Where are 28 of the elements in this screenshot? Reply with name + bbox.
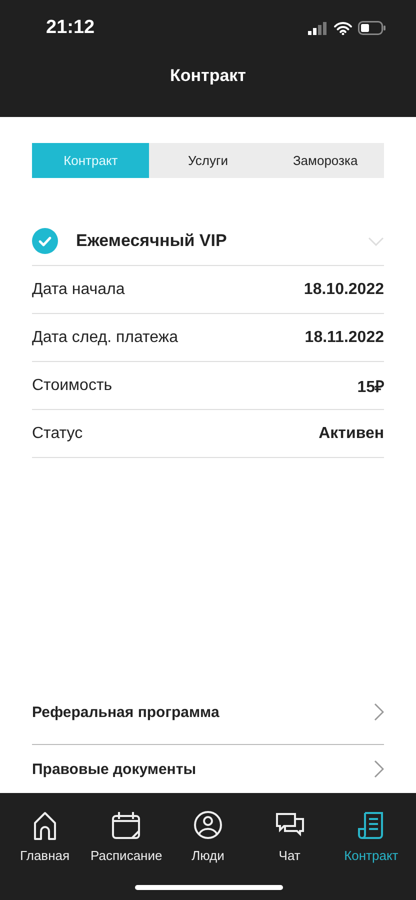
detail-value: 18.10.2022 <box>304 280 384 298</box>
screen-title: Контракт <box>168 65 248 86</box>
signal-icon <box>308 22 328 34</box>
menu-link[interactable]: Реферальная программа <box>32 704 220 720</box>
detail-label: Дата начала <box>32 280 125 298</box>
detail-value: 15₽ <box>357 378 384 396</box>
nav-tab[interactable]: Расписание <box>86 809 168 863</box>
chevron-icon[interactable] <box>368 236 384 246</box>
nav-tab[interactable]: Люди <box>167 809 249 863</box>
menu-link[interactable]: Правовые документы <box>32 760 196 778</box>
detail-label: Дата след. платежа <box>32 328 178 346</box>
detail-label: Стоимость <box>32 376 112 394</box>
person-icon <box>192 809 224 841</box>
detail-value: Активен <box>318 424 384 442</box>
nav-tab[interactable]: Чат <box>248 809 330 863</box>
segment-tab[interactable]: Услуги <box>149 143 267 178</box>
calendar-icon <box>110 809 142 841</box>
chevron-right-icon <box>374 703 384 721</box>
battery-icon <box>358 21 386 35</box>
wifi-icon <box>334 22 352 34</box>
plan-title: Ежемесячный VIP <box>76 231 228 251</box>
detail-value: 18.11.2022 <box>304 328 384 346</box>
detail-label: Статус <box>32 424 83 442</box>
segment-tab[interactable]: Заморозка <box>266 143 384 178</box>
status-time: 21:12 <box>46 17 95 39</box>
nav-tab[interactable]: Контракт <box>330 809 412 863</box>
nav-tab[interactable]: Главная <box>4 809 86 863</box>
chevron-right-icon <box>374 760 384 778</box>
